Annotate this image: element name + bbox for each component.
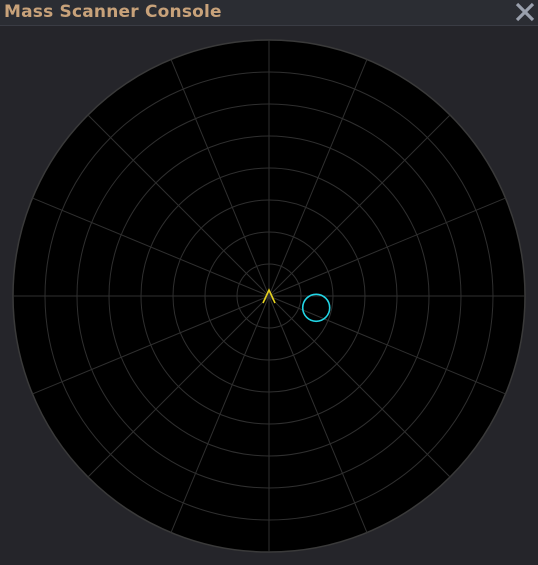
close-button[interactable] <box>512 0 538 26</box>
scanner-panel <box>0 27 538 565</box>
scanner-grid <box>13 40 525 552</box>
window-titlebar[interactable]: Mass Scanner Console <box>0 0 538 26</box>
scanner-window: Mass Scanner Console <box>0 0 538 565</box>
close-icon <box>515 2 535 22</box>
mass-scanner-display[interactable] <box>0 27 538 565</box>
window-title: Mass Scanner Console <box>4 2 222 22</box>
